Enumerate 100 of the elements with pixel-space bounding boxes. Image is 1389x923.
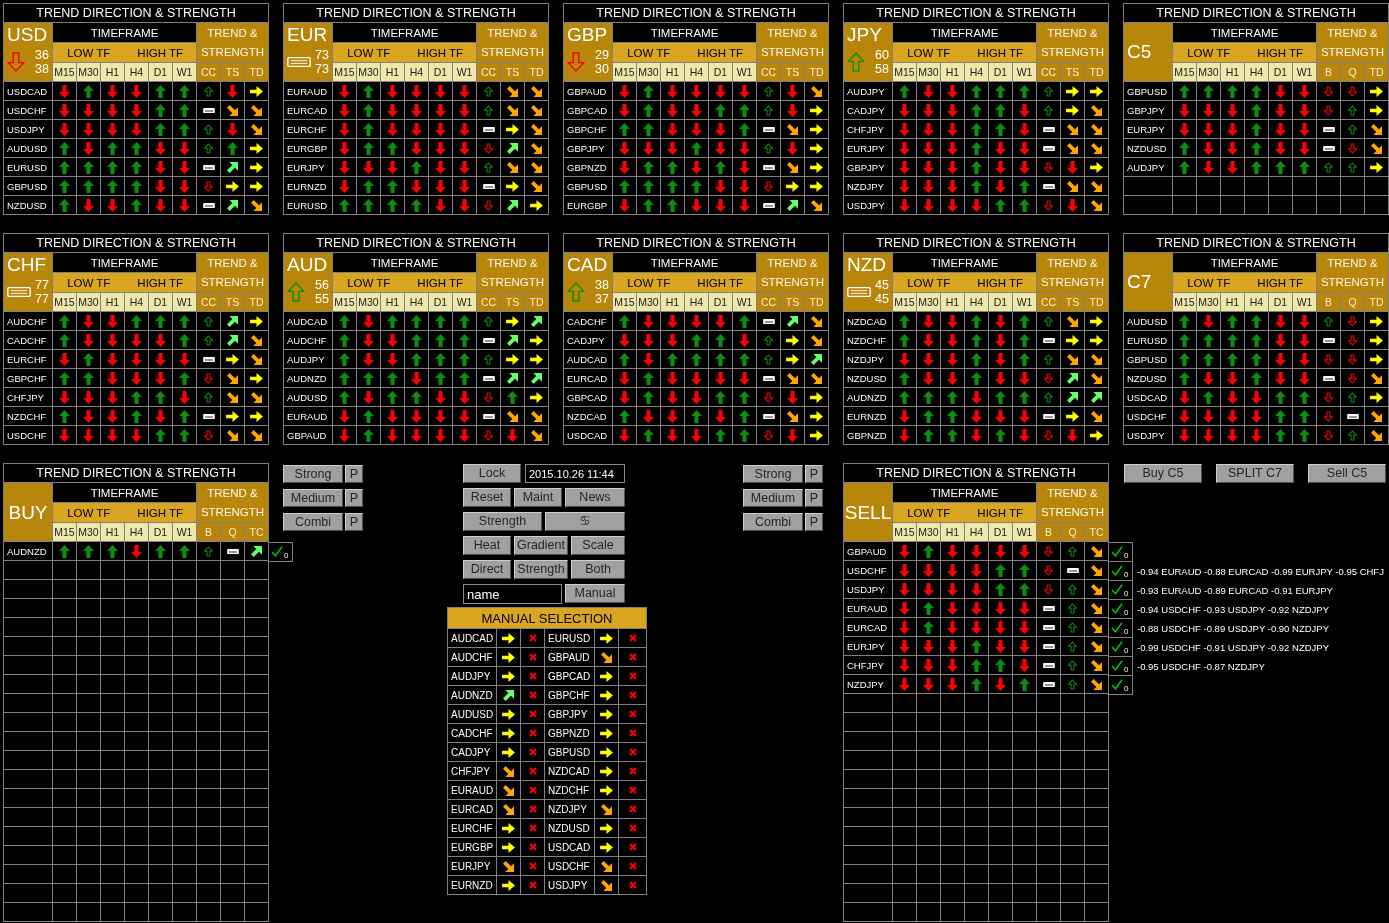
remove-icon[interactable] (528, 786, 537, 794)
control-button[interactable]: Strength (463, 512, 542, 531)
pair-label[interactable]: AUDUSD (448, 705, 496, 723)
remove-icon[interactable] (528, 805, 537, 813)
pair-label[interactable]: USDCHF (545, 857, 594, 875)
remove-icon[interactable] (528, 691, 537, 699)
p-button[interactable]: P (345, 513, 363, 531)
remove-icon[interactable] (528, 710, 537, 718)
action-button[interactable]: Sell C5 (1308, 464, 1386, 483)
control-button[interactable]: Manual (565, 584, 625, 603)
down-right-arrow-icon (503, 860, 514, 872)
pair-label[interactable]: NZDJPY (545, 800, 594, 818)
filter-button[interactable]: Strong (283, 465, 343, 483)
remove-icon[interactable] (628, 824, 637, 832)
pair-label[interactable]: EURNZD (448, 876, 496, 894)
pair-label[interactable]: AUDNZD (448, 686, 496, 704)
down-right-arrow-icon (1091, 621, 1102, 633)
remove-icon[interactable] (628, 748, 637, 756)
p-button[interactable]: P (805, 489, 823, 507)
bar-icon (482, 126, 495, 132)
pair-label[interactable]: GBPJPY (545, 705, 594, 723)
pair-label[interactable]: EURCAD (448, 800, 496, 818)
action-button[interactable]: Buy C5 (1124, 464, 1202, 483)
pair-label[interactable]: AUDCAD (448, 629, 496, 647)
pair-label[interactable]: EURJPY (448, 857, 496, 875)
pair-label[interactable]: GBPUSD (545, 743, 594, 761)
control-button[interactable]: Strength (514, 560, 568, 579)
pair-label[interactable]: EURCHF (448, 819, 496, 837)
control-button[interactable]: Lock (463, 464, 521, 483)
remove-icon[interactable] (528, 881, 537, 889)
remove-icon[interactable] (628, 729, 637, 737)
control-button[interactable]: Heat (463, 536, 511, 555)
remove-icon[interactable] (628, 862, 637, 870)
filter-button[interactable]: Medium (283, 489, 343, 507)
remove-icon[interactable] (628, 691, 637, 699)
pair-label[interactable]: NZDUSD (545, 819, 594, 837)
p-button[interactable]: P (345, 465, 363, 483)
p-button[interactable]: P (805, 465, 823, 483)
pair-label[interactable]: GBPCAD (545, 667, 594, 685)
remove-icon[interactable] (628, 634, 637, 642)
remove-icon[interactable] (528, 653, 537, 661)
p-button[interactable]: P (345, 489, 363, 507)
pair-label[interactable]: CHFJPY (448, 762, 496, 780)
p-button[interactable]: P (805, 513, 823, 531)
control-button[interactable]: Direct (463, 560, 511, 579)
remove-icon[interactable] (528, 634, 537, 642)
up-arrow-icon (995, 658, 1006, 672)
pair-label[interactable]: AUDJPY (448, 667, 496, 685)
pair-label[interactable]: NZDCAD (545, 762, 594, 780)
text-field[interactable]: name (463, 584, 562, 604)
down-arrow-icon (947, 333, 958, 347)
action-button[interactable]: SPLIT C7 (1216, 464, 1294, 483)
control-button[interactable]: Reset (463, 488, 511, 507)
control-button[interactable]: Scale (571, 536, 625, 555)
low-tf-header: LOW TF (66, 46, 112, 59)
filter-button[interactable]: Medium (743, 489, 803, 507)
down-arrow-icon (179, 179, 190, 193)
pair-label[interactable]: EURGBP (448, 838, 496, 856)
pair-label[interactable]: AUDCHF (448, 648, 496, 666)
pair-label[interactable]: NZDCHF (545, 781, 594, 799)
remove-icon[interactable] (528, 672, 537, 680)
down-arrow-icon (1299, 371, 1310, 385)
column-header: W1 (1013, 523, 1036, 541)
up-arrow-icon (995, 582, 1006, 596)
remove-icon[interactable] (528, 748, 537, 756)
control-button[interactable]: ♋ (545, 512, 625, 531)
remove-icon[interactable] (628, 710, 637, 718)
remove-icon[interactable] (628, 843, 637, 851)
remove-icon[interactable] (528, 767, 537, 775)
pair-label[interactable]: EURUSD (545, 629, 594, 647)
pair-label[interactable]: CADJPY (448, 743, 496, 761)
filter-button[interactable]: Combi (283, 513, 343, 531)
remove-icon[interactable] (628, 805, 637, 813)
remove-icon[interactable] (528, 729, 537, 737)
control-button[interactable]: Both (571, 560, 625, 579)
remove-icon[interactable] (528, 862, 537, 870)
filter-button[interactable]: Combi (743, 513, 803, 531)
remove-icon[interactable] (528, 824, 537, 832)
pair-label[interactable]: GBPAUD (545, 648, 594, 666)
control-button[interactable]: Gradient (514, 536, 568, 555)
remove-icon[interactable] (628, 881, 637, 889)
pair-label[interactable]: CADCHF (448, 724, 496, 742)
pair-label[interactable]: USDCAD (545, 838, 594, 856)
pair-label[interactable]: GBPNZD (545, 724, 594, 742)
trend-strength-header: TREND & STRENGTH (197, 23, 268, 62)
trend-strength-header: TREND & STRENGTH (1317, 23, 1388, 62)
remove-icon[interactable] (628, 767, 637, 775)
remove-icon[interactable] (628, 653, 637, 661)
down-arrow-icon (619, 198, 630, 212)
text-field[interactable]: 2015.10.26 11:44 (525, 464, 625, 483)
remove-icon[interactable] (528, 843, 537, 851)
control-button[interactable]: News (565, 488, 625, 507)
control-button[interactable]: Maint (514, 488, 562, 507)
remove-icon[interactable] (628, 672, 637, 680)
remove-icon[interactable] (628, 786, 637, 794)
pair-label[interactable]: GBPCHF (545, 686, 594, 704)
pair-label[interactable]: USDJPY (545, 876, 594, 894)
pair-label: CHFJPY (4, 388, 52, 406)
filter-button[interactable]: Strong (743, 465, 803, 483)
pair-label[interactable]: EURAUD (448, 781, 496, 799)
